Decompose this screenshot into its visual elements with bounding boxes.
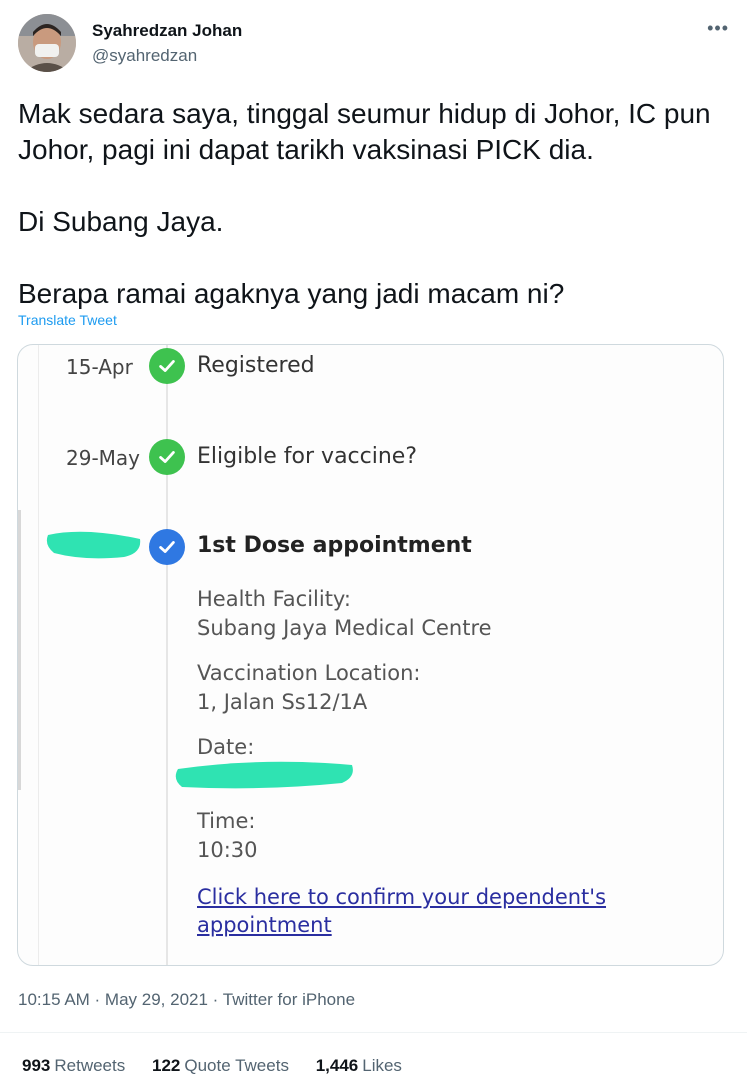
step-label: Registered (197, 353, 315, 378)
check-icon (149, 348, 185, 384)
tweet-header: Syahredzan Johan @syahredzan ••• (18, 14, 729, 78)
redaction-mark (175, 761, 353, 789)
confirm-appointment-link[interactable]: Click here to confirm your dependent's a… (197, 883, 647, 939)
retweets-label: Retweets (54, 1056, 126, 1075)
quotes-label: Quote Tweets (184, 1056, 289, 1075)
quote-tweets-stat[interactable]: 122 Quote Tweets (152, 1056, 289, 1075)
media-edge-line (38, 345, 39, 965)
media-scroll-edge (18, 510, 21, 790)
retweets-count: 993 (22, 1056, 51, 1075)
avatar-image (18, 14, 76, 72)
location-value: 1, Jalan Ss12/1A (197, 690, 368, 714)
more-options-icon[interactable]: ••• (707, 18, 729, 39)
tweet-meta[interactable]: 10:15 AM · May 29, 2021 · Twitter for iP… (18, 990, 355, 1010)
time-value: 10:30 (197, 838, 258, 862)
translate-tweet-link[interactable]: Translate Tweet (18, 312, 117, 328)
check-icon (149, 439, 185, 475)
likes-label: Likes (362, 1056, 402, 1075)
redaction-mark (46, 531, 141, 559)
time-label: Time: (197, 809, 256, 833)
location-label: Vaccination Location: (197, 661, 421, 685)
author-name[interactable]: Syahredzan Johan (92, 21, 242, 41)
facility-label: Health Facility: (197, 587, 351, 611)
retweets-stat[interactable]: 993 Retweets (22, 1056, 125, 1075)
step-label: 1st Dose appointment (197, 533, 472, 558)
author-handle[interactable]: @syahredzan (92, 46, 197, 66)
tweet-text: Mak sedara saya, tinggal seumur hidup di… (18, 98, 711, 309)
tweet-media-image[interactable]: 15-Apr Registered 29-May Eligible for va… (17, 344, 724, 966)
check-icon (149, 529, 185, 565)
timeline-line (166, 345, 168, 965)
likes-stat[interactable]: 1,446 Likes (316, 1056, 402, 1075)
tweet-stats: 993 Retweets 122 Quote Tweets 1,446 Likes (22, 1056, 424, 1076)
facility-value: Subang Jaya Medical Centre (197, 616, 492, 640)
likes-count: 1,446 (315, 1056, 359, 1075)
divider (0, 1032, 747, 1033)
quotes-count: 122 (151, 1056, 181, 1075)
step-date: 15-Apr (66, 355, 133, 379)
step-label: Eligible for vaccine? (197, 444, 418, 469)
step-date: 29-May (66, 446, 141, 470)
avatar[interactable] (18, 14, 76, 72)
